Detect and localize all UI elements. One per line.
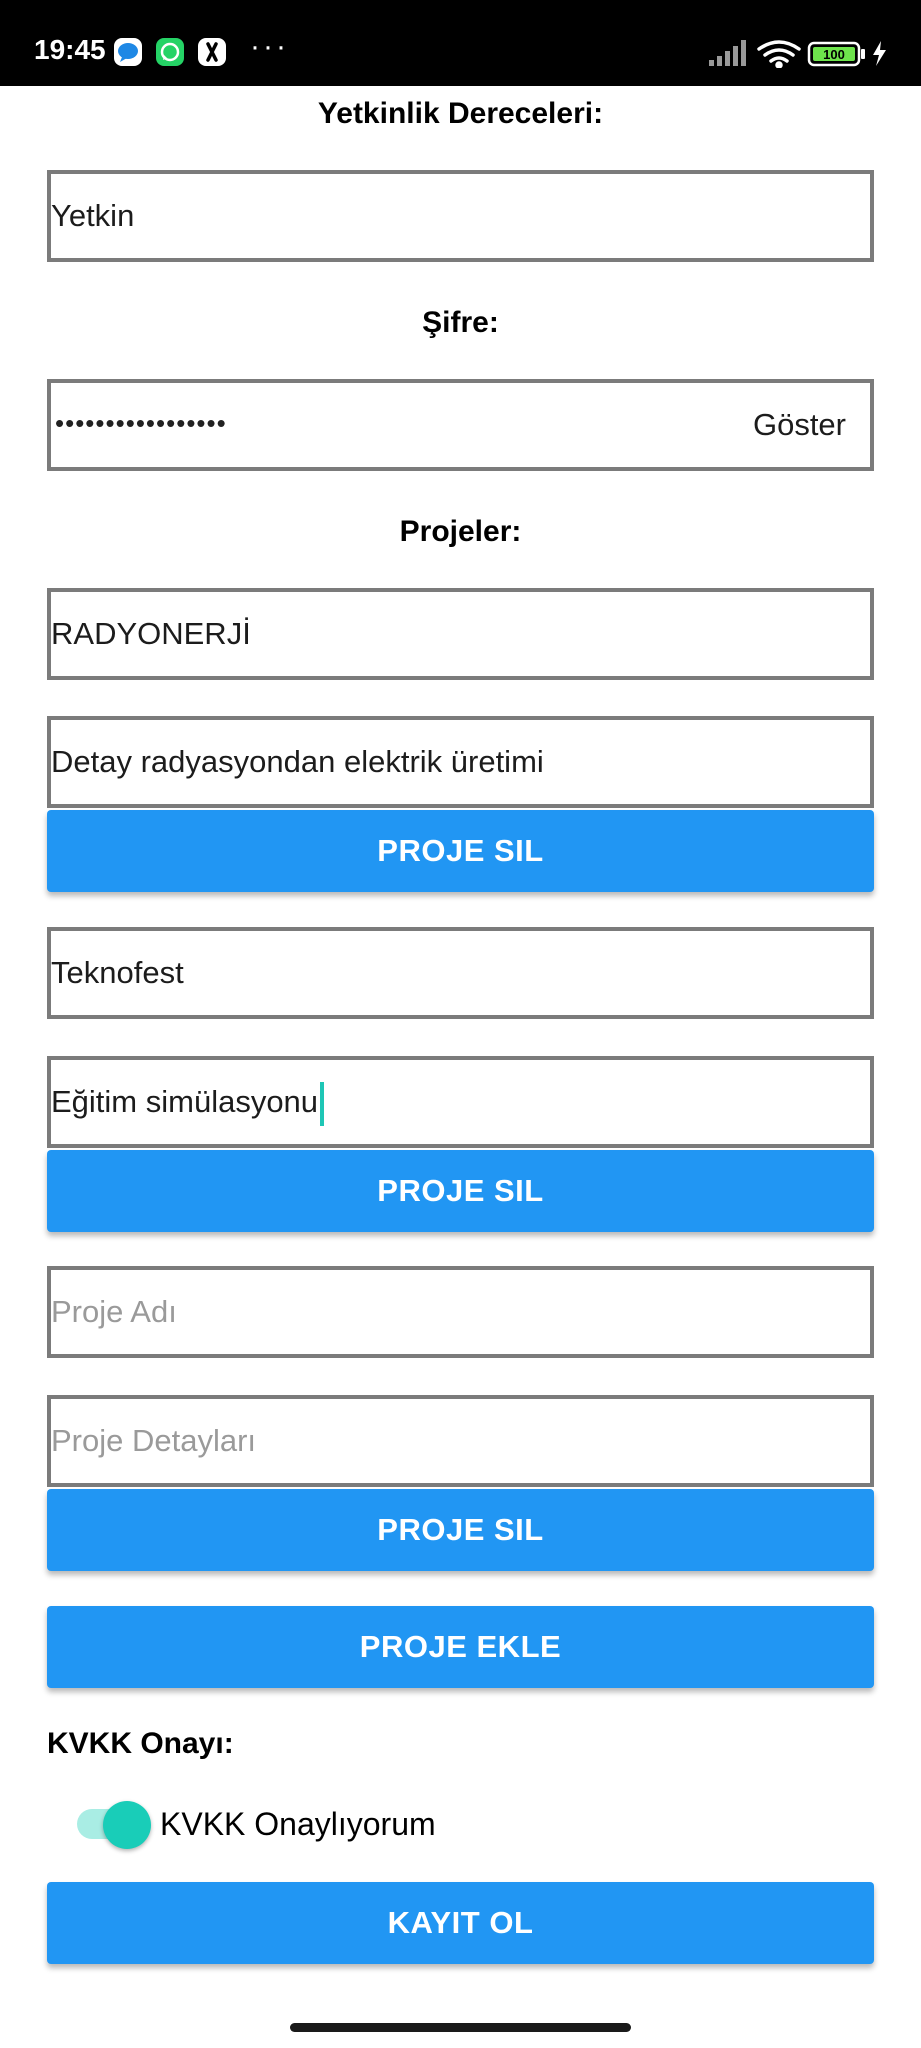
- signal-icon: [709, 40, 746, 66]
- status-icons: 100: [709, 40, 886, 69]
- project-1-delete-button[interactable]: PROJE SIL: [47, 810, 874, 892]
- battery-icon: 100: [807, 41, 865, 67]
- show-password-button[interactable]: Göster: [753, 383, 846, 467]
- projects-label: Projeler:: [399, 515, 522, 548]
- kvkk-switch-label[interactable]: KVKK Onaylıyorum: [160, 1806, 436, 1843]
- kvkk-label: KVKK Onayı:: [47, 1727, 234, 1760]
- add-project-button[interactable]: PROJE EKLE: [47, 1606, 874, 1688]
- project-1-detail: Detay radyasyondan elektrik üretimi: [51, 744, 544, 779]
- project-name-placeholder: Proje Adı: [51, 1294, 177, 1329]
- status-right: 100: [709, 38, 899, 69]
- home-indicator[interactable]: [290, 2023, 631, 2032]
- project-2-delete-button[interactable]: PROJE SIL: [47, 1150, 874, 1232]
- password-mask: •••••••••••••••••: [55, 408, 227, 438]
- competency-value: Yetkin: [51, 198, 135, 233]
- whatsapp-icon: [156, 38, 184, 66]
- project-3-name-field[interactable]: Proje Adı: [47, 1266, 874, 1358]
- register-button[interactable]: KAYIT OL: [47, 1882, 874, 1964]
- text-cursor: [320, 1081, 325, 1126]
- project-1-detail-field[interactable]: Detay radyasyondan elektrik üretimi: [47, 716, 874, 808]
- project-2-name: Teknofest: [51, 955, 184, 990]
- more-icon: ···: [250, 30, 289, 63]
- project-3-detail-field[interactable]: Proje Detayları: [47, 1395, 874, 1487]
- project-3-delete-button[interactable]: PROJE SIL: [47, 1489, 874, 1571]
- password-label: Şifre:: [422, 306, 499, 339]
- status-time: 19:45: [34, 34, 106, 65]
- app-icon: [198, 38, 226, 66]
- wifi-icon: [757, 40, 801, 69]
- status-bar: 19:45 ··· 100: [0, 0, 921, 86]
- screen: 19:45 ··· 100 Yetkinlik Dereceleri: Yetk…: [0, 0, 921, 2048]
- messages-icon: [114, 38, 142, 66]
- project-2-detail-field[interactable]: Eğitim simülasyonu: [47, 1056, 874, 1148]
- project-2-detail: Eğitim simülasyonu: [51, 1084, 319, 1119]
- kvkk-switch[interactable]: [103, 1801, 151, 1849]
- competency-field[interactable]: Yetkin: [47, 170, 874, 262]
- charging-icon: [873, 41, 886, 66]
- password-field[interactable]: ••••••••••••••••• Göster: [47, 379, 874, 471]
- project-2-name-field[interactable]: Teknofest: [47, 927, 874, 1019]
- project-1-name: RADYONERJİ: [51, 616, 251, 651]
- battery-level: 100: [823, 47, 845, 62]
- project-detail-placeholder: Proje Detayları: [51, 1423, 257, 1458]
- project-2-detail-wrap: Eğitim simülasyonu: [51, 1060, 325, 1144]
- competency-label: Yetkinlik Dereceleri:: [317, 97, 604, 130]
- project-1-name-field[interactable]: RADYONERJİ: [47, 588, 874, 680]
